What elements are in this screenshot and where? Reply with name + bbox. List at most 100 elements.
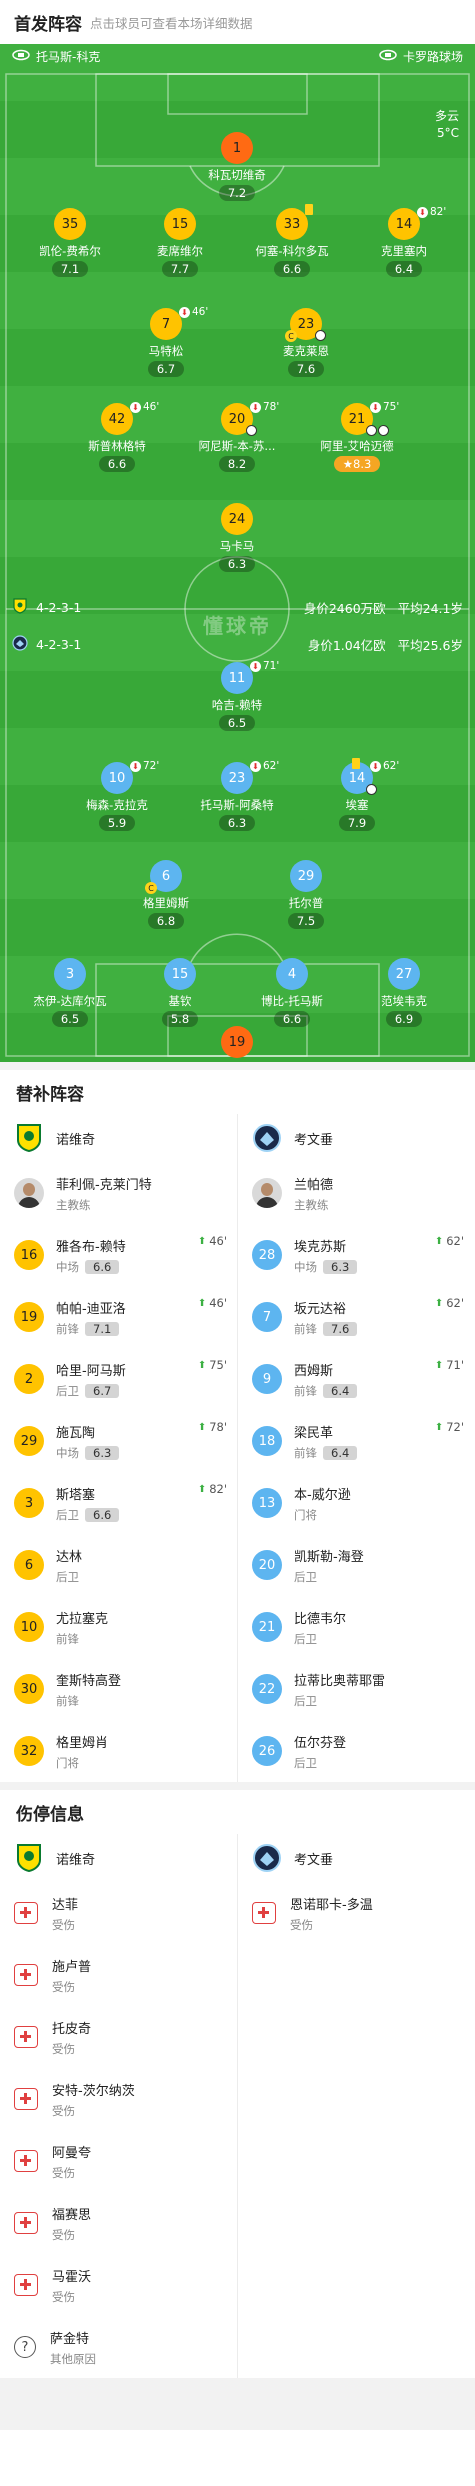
injury-status: 受伤 — [52, 1917, 75, 1932]
home-player[interactable]: 7 ⬇ 46' 马特松 6.7 — [121, 306, 211, 377]
player-number-disc: 10 — [14, 1612, 44, 1642]
away-player[interactable]: 15 基钦 5.8 — [135, 958, 225, 1027]
sub-minute: 82' — [209, 1482, 227, 1496]
away-player[interactable]: 11 ⬇ 71' 哈吉-赖特 6.5 — [192, 660, 282, 731]
player-name: 尤拉塞克 — [56, 1611, 109, 1627]
sub-player-row[interactable]: 20 凯斯勒-海登 后卫 — [238, 1534, 474, 1596]
injury-row[interactable]: 恩诺耶卡-多温 受伤 — [238, 1882, 474, 1944]
home-player[interactable]: 33 何塞-科尔多瓦 6.6 — [247, 204, 337, 277]
away-player[interactable]: 27 范埃韦克 6.9 — [359, 958, 449, 1027]
sub-player-row[interactable]: 9 西姆斯 前锋 6.4 ⬆ 71' — [238, 1348, 474, 1410]
player-name: 比德韦尔 — [294, 1611, 347, 1627]
sub-player-row[interactable]: 2 哈里-阿马斯 后卫 6.7 ⬆ 75' — [0, 1348, 237, 1410]
sub-player-row[interactable]: 32 格里姆肖 门将 — [0, 1720, 237, 1782]
stadium-icon — [379, 49, 397, 64]
away-player[interactable]: 14 ⬇ 62' 埃塞 7.9 — [312, 758, 402, 831]
player-name: 基钦 — [168, 994, 192, 1008]
player-number-disc: 29 — [290, 860, 322, 892]
injury-info: 萨金特 其他原因 — [50, 2328, 96, 2367]
player-number-disc: 42 — [101, 403, 133, 435]
pitch: 托马斯-科克 卡罗路球场 多云 5°C 懂球帝 4-2-3-1 身价2460万欧… — [0, 44, 475, 1062]
home-player[interactable]: 1 科瓦切维奇 7.2 — [192, 132, 282, 201]
home-coach[interactable]: 菲利佩-克莱门特 主教练 — [0, 1162, 237, 1224]
home-player[interactable]: 21 ⬇ 75' 阿里-艾哈迈德 ★8.3 — [312, 401, 402, 472]
injury-row[interactable]: 福赛思 受伤 — [0, 2192, 237, 2254]
home-player[interactable]: 15 麦席维尔 7.7 — [135, 208, 225, 277]
home-formation-row: 4-2-3-1 身价2460万欧 平均24.1岁 — [0, 597, 475, 617]
player-position: 后卫 — [294, 1631, 317, 1646]
player-name: 本-威尔逊 — [294, 1487, 351, 1503]
injury-row[interactable]: 达菲 受伤 — [0, 1882, 237, 1944]
sub-on-icon: ⬆ — [197, 1483, 207, 1495]
sub-player-row[interactable]: 29 施瓦陶 中场 6.3 ⬆ 78' — [0, 1410, 237, 1472]
injury-home-team[interactable]: 诺维奇 — [0, 1834, 237, 1882]
player-name: 埃塞 — [345, 798, 369, 812]
sub-player-row[interactable]: 26 伍尔芬登 后卫 — [238, 1720, 474, 1782]
player-name: 拉什沃思 — [192, 1061, 282, 1062]
captain-icon: C — [145, 882, 157, 894]
player-position: 后卫 — [56, 1383, 79, 1398]
sub-player-row[interactable]: 30 奎斯特高登 前锋 — [0, 1658, 237, 1720]
coach-name: 菲利佩-克莱门特 — [56, 1177, 152, 1193]
player-number-disc: 10 — [101, 762, 133, 794]
home-player[interactable]: 14 ⬇ 82' 克里塞内 6.4 — [359, 206, 449, 277]
away-player[interactable]: 23 ⬇ 62' 托马斯-阿桑特 6.3 — [192, 760, 282, 831]
injury-row[interactable]: 阿曼夸 受伤 — [0, 2130, 237, 2192]
player-number-disc: 33 — [276, 208, 308, 240]
sub-player-row[interactable]: 22 拉蒂比奥蒂耶雷 后卫 — [238, 1658, 474, 1720]
player-number-disc: 27 — [388, 958, 420, 990]
sub-player-info: 坂元达裕 前锋 7.6 — [294, 1298, 358, 1337]
player-name: 哈吉-赖特 — [211, 698, 263, 712]
home-age: 平均24.1岁 — [397, 600, 463, 616]
injury-info: 托皮奇 受伤 — [52, 2018, 91, 2057]
player-position: 后卫 — [56, 1507, 79, 1522]
away-player[interactable]: 6 C 格里姆斯 6.8 — [121, 860, 211, 929]
player-name: 施瓦陶 — [56, 1425, 96, 1441]
injury-status: 受伤 — [52, 2227, 75, 2242]
away-player[interactable]: 3 杰伊-达库尔瓦 6.5 — [25, 958, 115, 1027]
temperature-text: 5°C — [436, 126, 459, 140]
injury-info: 马霍沃 受伤 — [52, 2266, 91, 2305]
player-rating: 7.6 — [323, 1321, 358, 1336]
away-player[interactable]: 10 ⬇ 72' 梅森-克拉克 5.9 — [72, 760, 162, 831]
player-position: 后卫 — [294, 1755, 317, 1770]
sub-player-row[interactable]: 19 帕帕-迪亚洛 前锋 7.1 ⬆ 46' — [0, 1286, 237, 1348]
sub-player-row[interactable]: 3 斯塔塞 后卫 6.6 ⬆ 82' — [0, 1472, 237, 1534]
injury-row[interactable]: 托皮奇 受伤 — [0, 2006, 237, 2068]
injury-row[interactable]: 马霍沃 受伤 — [0, 2254, 237, 2316]
player-rating: 7.1 — [85, 1321, 120, 1336]
sub-player-row[interactable]: 16 雅各布-赖特 中场 6.6 ⬆ 46' — [0, 1224, 237, 1286]
away-player[interactable]: 4 博比-托马斯 6.6 — [247, 958, 337, 1027]
away-player[interactable]: 19拉什沃思6.9 — [192, 1026, 282, 1062]
sub-player-row[interactable]: 6 达林 后卫 — [0, 1534, 237, 1596]
home-player[interactable]: 20 ⬇ 78' 阿尼斯-本-苏... 8.2 — [192, 401, 282, 472]
sub-on-indicator: ⬆ 62' — [435, 1234, 464, 1248]
player-name: 马特松 — [148, 344, 184, 358]
sub-player-row[interactable]: 18 梁民革 前锋 6.4 ⬆ 72' — [238, 1410, 474, 1472]
player-number-disc: 35 — [54, 208, 86, 240]
sub-player-row[interactable]: 13 本-威尔逊 门将 — [238, 1472, 474, 1534]
player-position: 门将 — [56, 1755, 79, 1770]
injury-row[interactable]: ? 萨金特 其他原因 — [0, 2316, 237, 2378]
away-coach[interactable]: 兰帕德 主教练 — [238, 1162, 474, 1224]
home-player[interactable]: 24 马卡马 6.3 — [192, 503, 282, 572]
away-player[interactable]: 29 托尔普 7.5 — [261, 860, 351, 929]
subs-home-team[interactable]: 诺维奇 — [0, 1114, 237, 1162]
sub-player-row[interactable]: 28 埃克苏斯 中场 6.3 ⬆ 62' — [238, 1224, 474, 1286]
home-player[interactable]: 42 ⬇ 46' 斯普林格特 6.6 — [72, 401, 162, 472]
injury-row[interactable]: 安特-茨尔纳茨 受伤 — [0, 2068, 237, 2130]
home-player[interactable]: 35 凯伦-费希尔 7.1 — [25, 208, 115, 277]
sub-player-row[interactable]: 21 比德韦尔 后卫 — [238, 1596, 474, 1658]
injury-row[interactable]: 施卢普 受伤 — [0, 1944, 237, 2006]
player-rating: 7.5 — [287, 913, 325, 929]
sub-player-row[interactable]: 10 尤拉塞克 前锋 — [0, 1596, 237, 1658]
sub-player-info: 梁民革 前锋 6.4 — [294, 1422, 358, 1461]
player-meta: 前锋 7.6 — [294, 1321, 358, 1337]
sub-player-row[interactable]: 7 坂元达裕 前锋 7.6 ⬆ 62' — [238, 1286, 474, 1348]
injury-away-team[interactable]: 考文垂 — [238, 1834, 474, 1882]
sub-on-indicator: ⬆ 75' — [198, 1358, 227, 1372]
player-number-disc: 3 — [54, 958, 86, 990]
subs-away-team[interactable]: 考文垂 — [238, 1114, 474, 1162]
home-player[interactable]: 23 C 麦克莱恩 7.6 — [261, 308, 351, 377]
sub-player-info: 尤拉塞克 前锋 — [56, 1608, 108, 1647]
